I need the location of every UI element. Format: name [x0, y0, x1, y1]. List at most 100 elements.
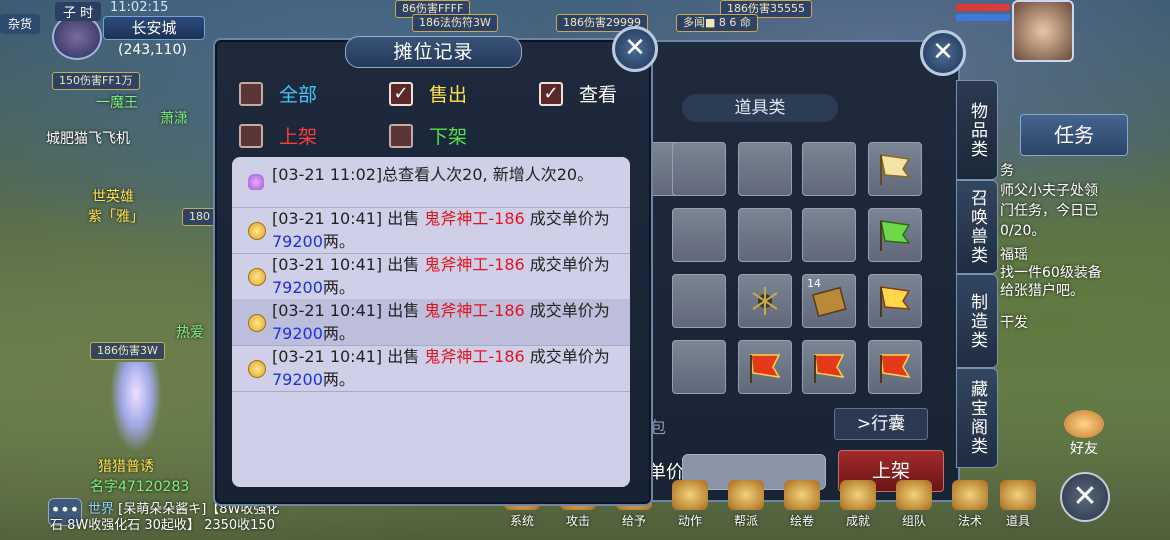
bottom-label: 组队 — [901, 514, 926, 528]
quest-text[interactable]: 福瑶 — [1000, 244, 1028, 264]
close-icon: ✕ — [624, 33, 646, 63]
bottom-scroll[interactable]: 绘卷 — [780, 480, 824, 529]
bottom-label: 动作 — [677, 514, 702, 528]
achievement-icon — [840, 480, 876, 510]
bottom-label: 绘卷 — [789, 514, 814, 528]
bottom-label: 系统 — [509, 514, 534, 528]
task-button[interactable]: 任务 — [1020, 114, 1128, 156]
inventory-slot[interactable] — [802, 142, 856, 196]
tab-items[interactable]: 物品类 — [956, 80, 998, 180]
chat-log[interactable]: 世界 [呆萌朵朵酱キ]【8W收强化 石 8W收强化石 30起收】 2350收15… — [50, 502, 418, 540]
inventory-slot[interactable] — [672, 142, 726, 196]
inventory-slot[interactable] — [672, 208, 726, 262]
people-icon — [248, 174, 264, 190]
player-tag: 多闻■ 8 6 命 — [676, 14, 758, 32]
inventory-slot[interactable] — [868, 208, 922, 262]
chevron-right-icon: > — [856, 414, 872, 434]
coin-icon — [248, 360, 266, 378]
tab-summons[interactable]: 召唤兽类 — [956, 180, 998, 274]
bottom-guild[interactable]: 帮派 — [724, 480, 768, 529]
player-portrait[interactable] — [1012, 0, 1074, 62]
log-mid: 成交单价为 — [524, 301, 610, 320]
minimap-widget[interactable]: 杂货 子 时 11:02:15 长安城 (243,110) — [0, 0, 210, 62]
filter-delisted[interactable]: 下架 — [389, 122, 467, 149]
pack-button-label: 行囊 — [871, 414, 906, 434]
inventory-close-button[interactable]: ✕ — [920, 30, 966, 76]
bottom-team[interactable]: 组队 — [892, 480, 936, 529]
tab-treasure[interactable]: 藏宝阁类 — [956, 368, 998, 468]
scene-text: 紫「雅」 — [88, 209, 144, 225]
quest-text[interactable]: 门任务，今日已 — [1000, 200, 1098, 220]
friends-label: 好友 — [1070, 441, 1098, 457]
red-flag-icon — [880, 354, 911, 383]
log-suffix: 两。 — [322, 232, 355, 251]
filter-viewed[interactable]: ✓ 查看 — [539, 80, 617, 107]
price-value: 79200 — [272, 324, 323, 343]
quest-text[interactable]: 找一件60级装备 — [1000, 262, 1102, 282]
side-tab[interactable]: 杂货 — [0, 14, 40, 34]
chat-line: 石 8W收强化石 30起收】 2350收150 — [50, 518, 275, 533]
bottom-label: 道具 — [1005, 514, 1030, 528]
price-value: 79200 — [272, 278, 323, 297]
log-entry: [03-21 10:41] 出售 鬼斧神工-186 成交单价为 79200两。 — [232, 345, 630, 392]
action-icon — [672, 480, 708, 510]
coin-icon — [248, 314, 266, 332]
inventory-slot[interactable] — [672, 340, 726, 394]
green-flag-icon — [880, 220, 911, 251]
inventory-slot[interactable] — [738, 274, 792, 328]
inventory-slot[interactable]: 14 — [802, 274, 856, 328]
city-name[interactable]: 长安城 — [103, 16, 205, 40]
inventory-slot[interactable] — [672, 274, 726, 328]
quest-text[interactable]: 干发 — [1000, 312, 1028, 332]
bottom-items[interactable]: 道具 — [996, 480, 1040, 529]
bottom-action[interactable]: 动作 — [668, 480, 712, 529]
log-text: [03-21 10:41] 出售 鬼斧神工-186 成交单价为 79200两。 — [272, 207, 624, 253]
inventory-slot[interactable] — [868, 274, 922, 328]
friends-button[interactable]: 好友 — [1058, 410, 1110, 458]
filter-sold[interactable]: ✓ 售出 — [389, 80, 467, 107]
filter-label: 查看 — [579, 84, 618, 106]
checkbox[interactable]: ✓ — [389, 81, 413, 106]
inventory-slot[interactable] — [868, 142, 922, 196]
filter-all[interactable]: 全部 — [239, 80, 317, 107]
log-prefix: [03-21 10:41] 出售 — [272, 255, 425, 274]
inventory-slot[interactable] — [868, 340, 922, 394]
checkbox[interactable] — [389, 123, 413, 148]
bottom-label: 给予 — [621, 514, 646, 528]
filter-listed[interactable]: 上架 — [239, 122, 317, 149]
checkbox[interactable]: ✓ — [539, 81, 563, 106]
inventory-slot[interactable] — [738, 340, 792, 394]
checkbox[interactable] — [239, 81, 263, 106]
hud-close-button[interactable]: ✕ — [1060, 472, 1110, 522]
treasure-chest-icon — [1000, 480, 1036, 510]
log-entry: [03-21 10:41] 出售 鬼斧神工-186 成交单价为 79200两。 — [232, 207, 630, 254]
inventory-slot[interactable] — [802, 340, 856, 394]
quest-text[interactable]: 务 — [1000, 160, 1014, 180]
pack-button[interactable]: >行囊 — [834, 408, 928, 440]
log-list[interactable]: [03-21 11:02]总查看人次20, 新增人次20。 [03-21 10:… — [232, 157, 630, 487]
inventory-category: 道具类 — [682, 94, 838, 122]
quest-text[interactable]: 0/20。 — [1000, 220, 1045, 240]
scene-text: 萧潇 — [160, 111, 188, 127]
scene-text: 一魔王 — [96, 95, 138, 111]
inventory-slot[interactable] — [802, 208, 856, 262]
bottom-label: 攻击 — [565, 514, 590, 528]
quest-text[interactable]: 给张猎户吧。 — [1000, 280, 1084, 300]
spell-icon — [952, 480, 988, 510]
coin-icon — [248, 268, 266, 286]
bottom-label: 成就 — [845, 514, 870, 528]
flag-item-icon — [880, 154, 911, 185]
stall-log-close-button[interactable]: ✕ — [612, 26, 658, 72]
inventory-slot[interactable] — [738, 208, 792, 262]
inventory-slot[interactable] — [738, 142, 792, 196]
tab-crafting[interactable]: 制造类 — [956, 274, 998, 368]
npc-character[interactable] — [110, 362, 162, 452]
item-name: 鬼斧神工-186 — [424, 209, 525, 228]
player-tag: 186伤害3W — [90, 342, 165, 360]
quest-text[interactable]: 师父小夫子处领 — [1000, 180, 1098, 200]
bottom-spell[interactable]: 法术 — [948, 480, 992, 529]
player-tag: 186法伤符3W — [412, 14, 498, 32]
dialog-title: 摊位记录 — [345, 36, 522, 68]
checkbox[interactable] — [239, 123, 263, 148]
bottom-achievement[interactable]: 成就 — [836, 480, 880, 529]
